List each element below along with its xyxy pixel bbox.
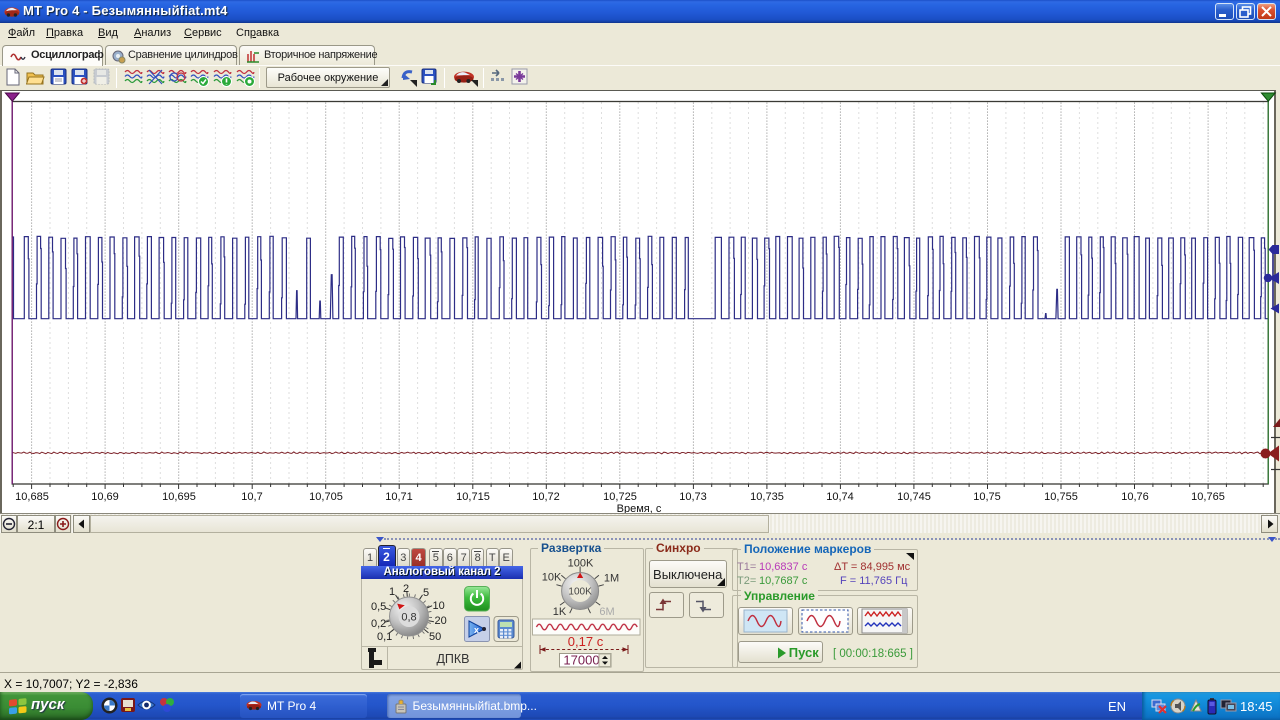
svg-text:10,76: 10,76 [1121, 491, 1149, 503]
svg-text:10,74: 10,74 [826, 491, 854, 503]
svg-text:100K: 100K [567, 558, 593, 570]
svg-text:ДПКВ: ДПКВ [436, 652, 469, 666]
svg-text:1M: 1M [603, 573, 618, 585]
svg-text:10,75: 10,75 [973, 491, 1001, 503]
svg-text:1K: 1K [552, 606, 566, 618]
svg-text:10,69: 10,69 [91, 491, 119, 503]
svg-text:10K: 10K [541, 572, 561, 584]
svg-text:0,17 с: 0,17 с [567, 634, 603, 649]
svg-text:10,73: 10,73 [679, 491, 707, 503]
svg-text:10,755: 10,755 [1044, 491, 1078, 503]
svg-text:100K: 100K [568, 587, 592, 598]
svg-text:10,765: 10,765 [1191, 491, 1225, 503]
svg-text:10,715: 10,715 [456, 491, 490, 503]
svg-text:x: x [474, 625, 479, 635]
svg-text:10,705: 10,705 [309, 491, 343, 503]
svg-text:10,71: 10,71 [385, 491, 413, 503]
svg-text:6M: 6M [599, 606, 614, 618]
svg-text:10,72: 10,72 [532, 491, 560, 503]
svg-text:10,745: 10,745 [897, 491, 931, 503]
svg-text:10,735: 10,735 [750, 491, 784, 503]
svg-text:10,695: 10,695 [162, 491, 196, 503]
svg-text:10,725: 10,725 [603, 491, 637, 503]
svg-text:10,7: 10,7 [241, 491, 262, 503]
svg-text:17000: 17000 [563, 653, 599, 668]
svg-text:0,8: 0,8 [401, 612, 416, 624]
svg-text:10,685: 10,685 [15, 491, 49, 503]
